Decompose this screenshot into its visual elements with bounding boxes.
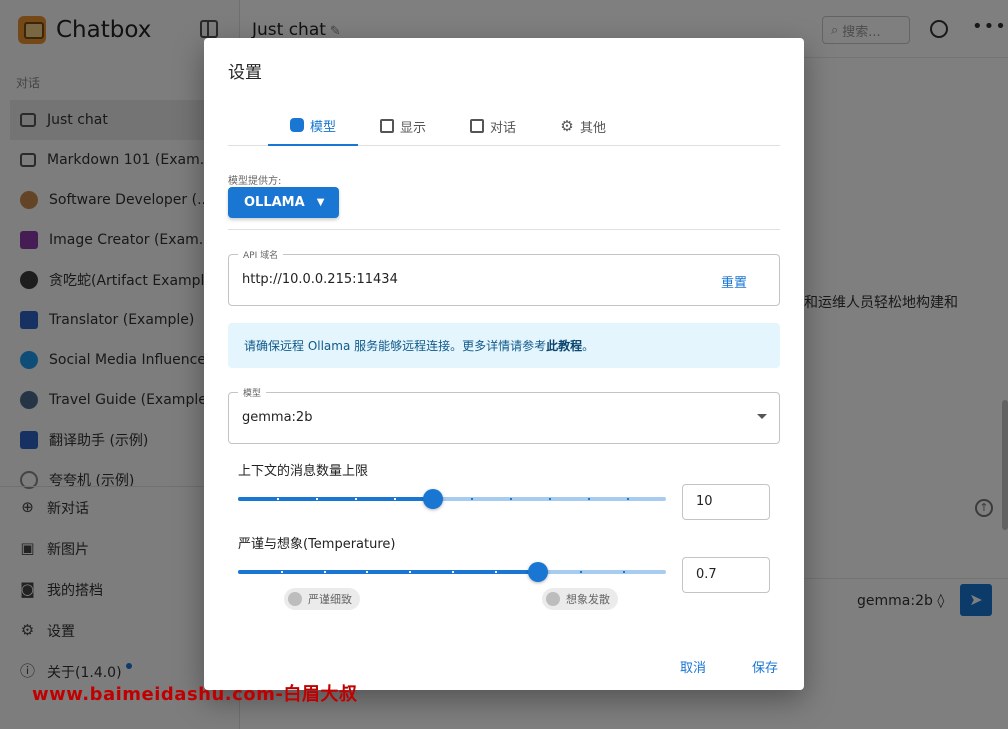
slider-tick: [393, 498, 396, 500]
slider-tick: [315, 498, 318, 500]
slider-tick: [354, 498, 357, 500]
tutorial-link[interactable]: 此教程: [546, 337, 582, 354]
context-limit-input[interactable]: 10: [682, 484, 770, 520]
strict-icon: [288, 592, 302, 606]
model-label: 模型: [238, 386, 267, 399]
creative-chip: 想象发散: [542, 588, 618, 610]
slider-tick: [510, 498, 513, 500]
slider-tick: [549, 498, 552, 500]
slider-tick: [276, 498, 279, 500]
slider-tick: [623, 571, 626, 573]
slider-tick: [471, 498, 474, 500]
cancel-button[interactable]: 取消: [680, 657, 706, 676]
slider-tick: [588, 498, 591, 500]
save-button[interactable]: 保存: [752, 657, 778, 676]
slider-tick: [627, 498, 630, 500]
context-limit-slider[interactable]: [238, 489, 666, 509]
slider-thumb[interactable]: [527, 562, 548, 582]
dialog-title: 设置: [228, 63, 262, 83]
gear-icon: ⚙: [560, 117, 574, 135]
lightbulb-icon: [546, 592, 560, 606]
temperature-input[interactable]: 0.7: [682, 557, 770, 593]
slider-fill: [238, 497, 433, 501]
reset-button[interactable]: 重置: [721, 272, 747, 291]
robot-icon: [289, 118, 304, 132]
slider-tick: [280, 571, 283, 573]
tab-display[interactable]: 显示: [358, 106, 448, 146]
settings-dialog: 设置 模型 显示 对话 ⚙ 其他 模型提供方: OLLAMA ▼ API 域名 ht…: [204, 38, 804, 690]
tab-chat[interactable]: 对话: [448, 106, 538, 146]
context-limit-label: 上下文的消息数量上限: [238, 464, 369, 479]
temperature-label: 严谨与想象(Temperature): [238, 537, 396, 552]
display-icon: [379, 119, 394, 133]
tab-other[interactable]: ⚙ 其他: [538, 106, 628, 146]
settings-tabs: 模型 显示 对话 ⚙ 其他: [228, 106, 780, 146]
api-host-field[interactable]: API 域名 http://10.0.0.215:11434 重置: [228, 248, 780, 306]
watermark: www.baimeidashu.com-白眉大叔: [32, 684, 358, 705]
divider: [228, 229, 780, 230]
strict-chip: 严谨细致: [284, 588, 360, 610]
api-host-label: API 域名: [238, 248, 284, 261]
slider-tick: [452, 571, 454, 573]
chevron-down-icon: ▼: [316, 197, 325, 208]
slider-tick: [580, 571, 583, 573]
slider-tick: [366, 571, 369, 573]
info-alert: 请确保远程 Ollama 服务能够远程连接。更多详情请参考 此教程。: [228, 323, 780, 368]
temperature-slider[interactable]: [238, 562, 666, 582]
slider-tick: [494, 571, 497, 573]
dropdown-arrow-icon: [757, 414, 767, 419]
tab-model[interactable]: 模型: [268, 106, 358, 146]
message-icon: [469, 119, 484, 133]
provider-select-button[interactable]: OLLAMA ▼: [228, 187, 339, 218]
provider-label: 模型提供方:: [228, 176, 282, 187]
model-select[interactable]: 模型 gemma:2b: [228, 386, 780, 444]
slider-fill: [238, 570, 538, 574]
slider-tick: [323, 571, 326, 573]
api-host-input[interactable]: http://10.0.0.215:11434: [242, 272, 398, 287]
slider-tick: [409, 571, 412, 573]
slider-thumb[interactable]: [422, 489, 443, 509]
model-value: gemma:2b: [242, 410, 313, 425]
